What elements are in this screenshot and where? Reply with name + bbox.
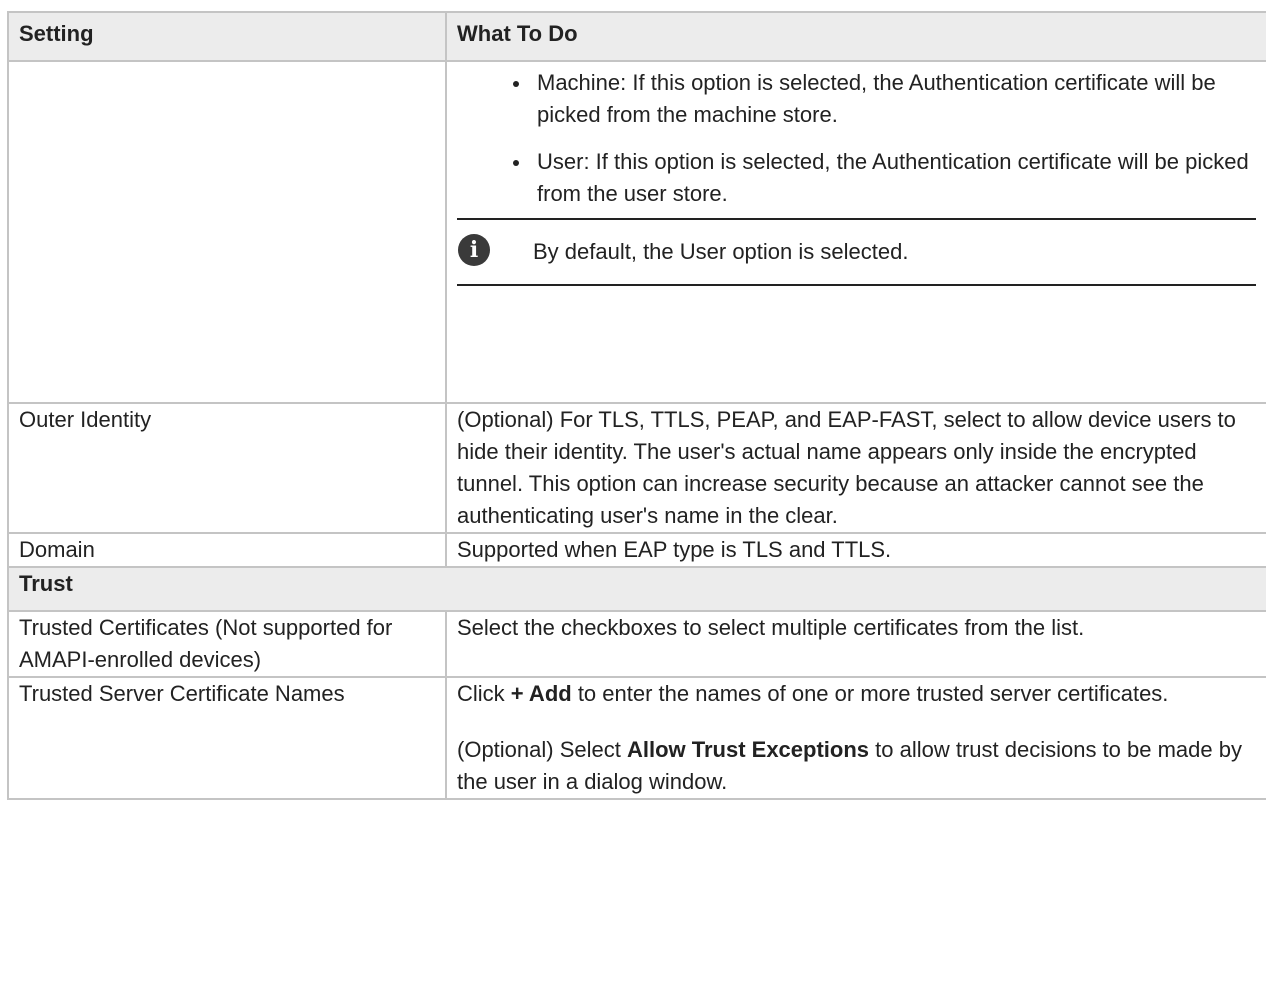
description-trusted-server-names: Click + Add to enter the names of one or… xyxy=(445,676,1266,800)
setting-outer-identity: Outer Identity xyxy=(7,402,447,534)
trust-exceptions-prefix: (Optional) Select xyxy=(457,737,627,762)
section-trust-heading: Trust xyxy=(7,566,1266,612)
what-to-do-cell: Machine: If this option is selected, the… xyxy=(445,60,1266,404)
list-item: User: If this option is selected, the Au… xyxy=(513,146,1256,210)
bullet-icon xyxy=(513,81,519,87)
table-row: Machine: If this option is selected, the… xyxy=(7,60,1266,404)
option-machine-text: Machine: If this option is selected, the… xyxy=(537,70,1216,127)
description-domain: Supported when EAP type is TLS and TTLS. xyxy=(445,532,1266,568)
list-item: Machine: If this option is selected, the… xyxy=(513,67,1256,131)
setting-trusted-server-names: Trusted Server Certificate Names xyxy=(7,676,447,800)
description-trusted-certificates: Select the checkboxes to select multiple… xyxy=(445,610,1266,678)
header-row: Setting What To Do xyxy=(7,11,1266,62)
note-text: By default, the User option is selected. xyxy=(533,239,909,264)
certificate-store-options: Machine: If this option is selected, the… xyxy=(457,67,1256,210)
section-row: Trust xyxy=(7,566,1266,612)
add-instruction-suffix: to enter the names of one or more truste… xyxy=(571,681,1169,706)
allow-trust-exceptions-label: Allow Trust Exceptions xyxy=(626,737,870,762)
trust-exceptions-instruction: (Optional) Select Allow Trust Exceptions… xyxy=(457,734,1256,798)
table-row: Trusted Certificates (Not supported for … xyxy=(7,610,1266,678)
header-what-to-do: What To Do xyxy=(445,11,1266,62)
setting-domain: Domain xyxy=(7,532,447,568)
table-row: Domain Supported when EAP type is TLS an… xyxy=(7,532,1266,568)
description-outer-identity: (Optional) For TLS, TTLS, PEAP, and EAP-… xyxy=(445,402,1266,534)
note-box: i By default, the User option is selecte… xyxy=(457,218,1256,286)
table-row: Trusted Server Certificate Names Click +… xyxy=(7,676,1266,800)
add-instruction-prefix: Click xyxy=(457,681,511,706)
settings-table: Setting What To Do Machine: If this opti… xyxy=(7,11,1266,800)
add-label: + Add xyxy=(510,681,572,706)
table-row: Outer Identity (Optional) For TLS, TTLS,… xyxy=(7,402,1266,534)
option-user-text: User: If this option is selected, the Au… xyxy=(537,149,1249,206)
bullet-icon xyxy=(513,160,519,166)
header-setting: Setting xyxy=(7,11,447,62)
setting-cell-empty xyxy=(7,60,447,404)
add-instruction: Click + Add to enter the names of one or… xyxy=(457,678,1256,710)
setting-trusted-certificates: Trusted Certificates (Not supported for … xyxy=(7,610,447,678)
info-icon: i xyxy=(458,234,490,266)
